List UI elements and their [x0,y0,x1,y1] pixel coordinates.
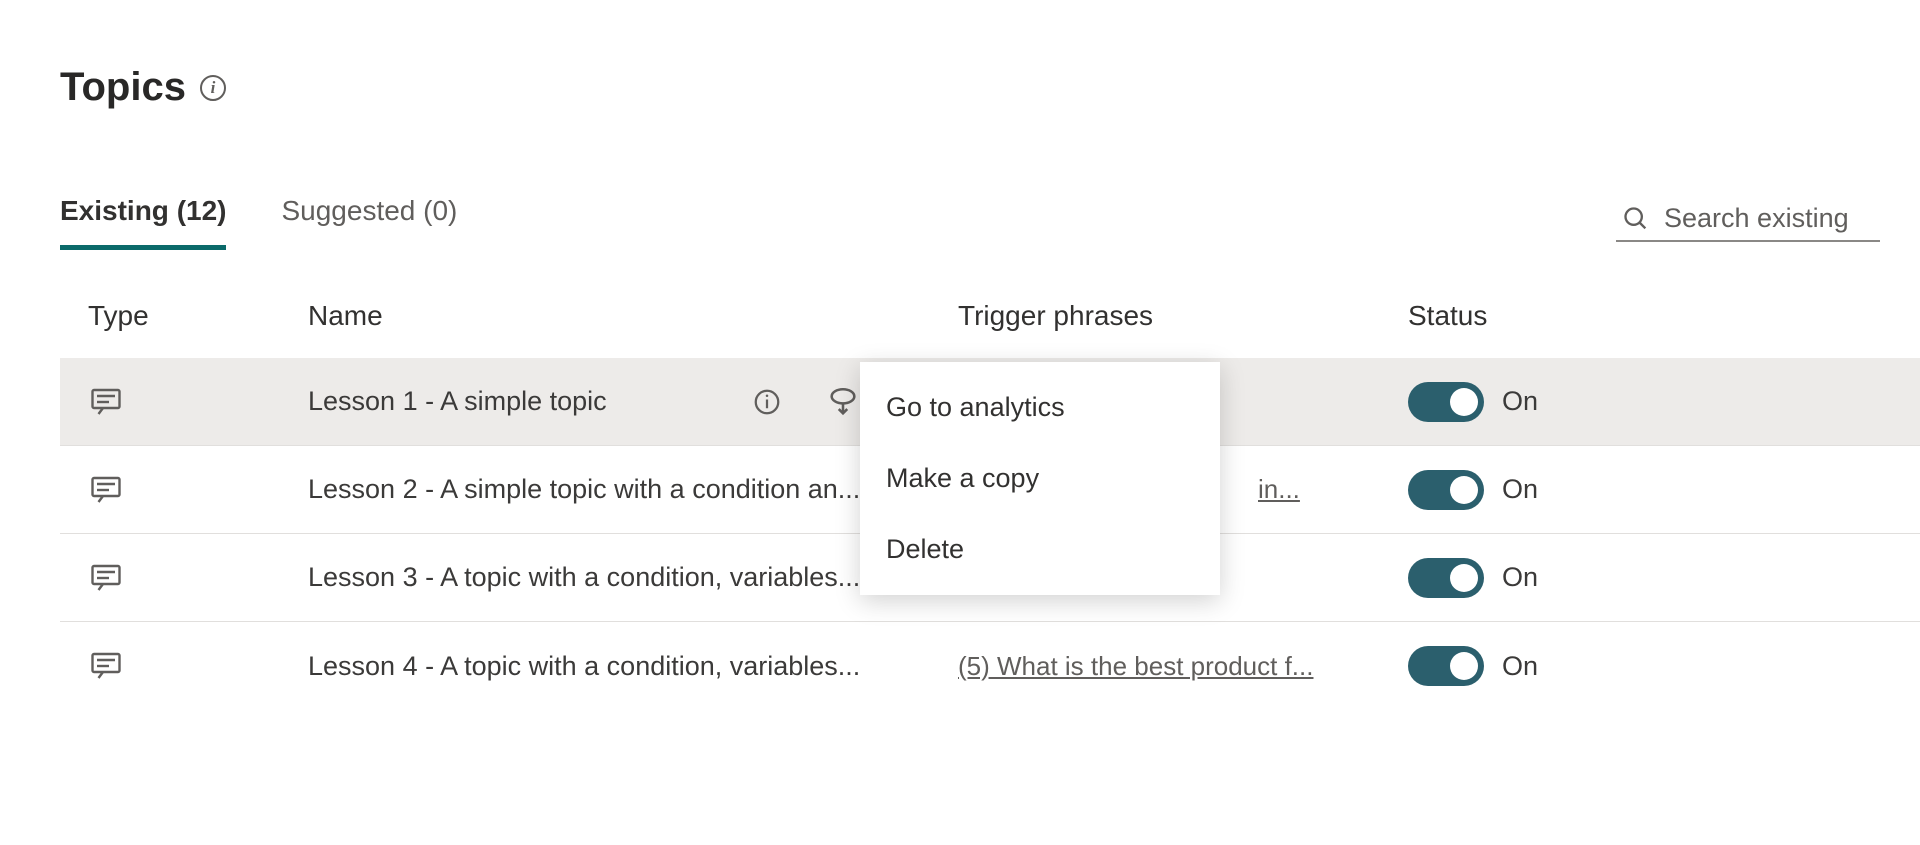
tabs-row: Existing (12) Suggested (0) [60,195,1920,250]
trigger-phrases-link[interactable]: (5) What is the best product f... [958,651,1408,682]
status-toggle[interactable] [1408,382,1484,422]
tab-suggested[interactable]: Suggested (0) [281,195,457,250]
tab-existing[interactable]: Existing (12) [60,195,226,250]
search-icon [1622,205,1650,233]
topic-icon [88,472,308,508]
status-toggle[interactable] [1408,558,1484,598]
topic-name[interactable]: Lesson 4 - A topic with a condition, var… [308,651,860,682]
status-label: On [1502,386,1538,417]
details-icon[interactable] [738,374,796,430]
menu-delete[interactable]: Delete [860,514,1220,585]
page-title: Topics i [60,65,1920,110]
page-title-text: Topics [60,65,186,110]
menu-make-a-copy[interactable]: Make a copy [860,443,1220,514]
col-trigger[interactable]: Trigger phrases [958,300,1408,332]
context-menu: Go to analytics Make a copy Delete [860,362,1220,595]
topic-name[interactable]: Lesson 1 - A simple topic [308,386,607,417]
search-input[interactable] [1664,203,1874,234]
topic-name[interactable]: Lesson 2 - A simple topic with a conditi… [308,474,860,505]
tabs: Existing (12) Suggested (0) [60,195,457,250]
info-icon[interactable]: i [200,75,226,101]
status-toggle[interactable] [1408,470,1484,510]
col-name[interactable]: Name [308,300,958,332]
name-cell: Lesson 4 - A topic with a condition, var… [308,651,958,682]
col-status[interactable]: Status [1408,300,1920,332]
status-cell: On [1408,646,1920,686]
table-header: Type Name Trigger phrases Status [60,300,1920,358]
status-cell: On [1408,382,1920,422]
topics-page: Topics i Existing (12) Suggested (0) Typ… [0,0,1920,710]
topic-name[interactable]: Lesson 3 - A topic with a condition, var… [308,562,860,593]
status-label: On [1502,651,1538,682]
col-type[interactable]: Type [88,300,308,332]
topic-icon [88,384,308,420]
status-cell: On [1408,470,1920,510]
menu-go-to-analytics[interactable]: Go to analytics [860,372,1220,443]
status-cell: On [1408,558,1920,598]
status-label: On [1502,474,1538,505]
table-row[interactable]: Lesson 4 - A topic with a condition, var… [60,622,1920,710]
topic-icon [88,648,308,684]
topic-icon [88,560,308,596]
status-toggle[interactable] [1408,646,1484,686]
search-box[interactable] [1616,203,1880,242]
status-label: On [1502,562,1538,593]
